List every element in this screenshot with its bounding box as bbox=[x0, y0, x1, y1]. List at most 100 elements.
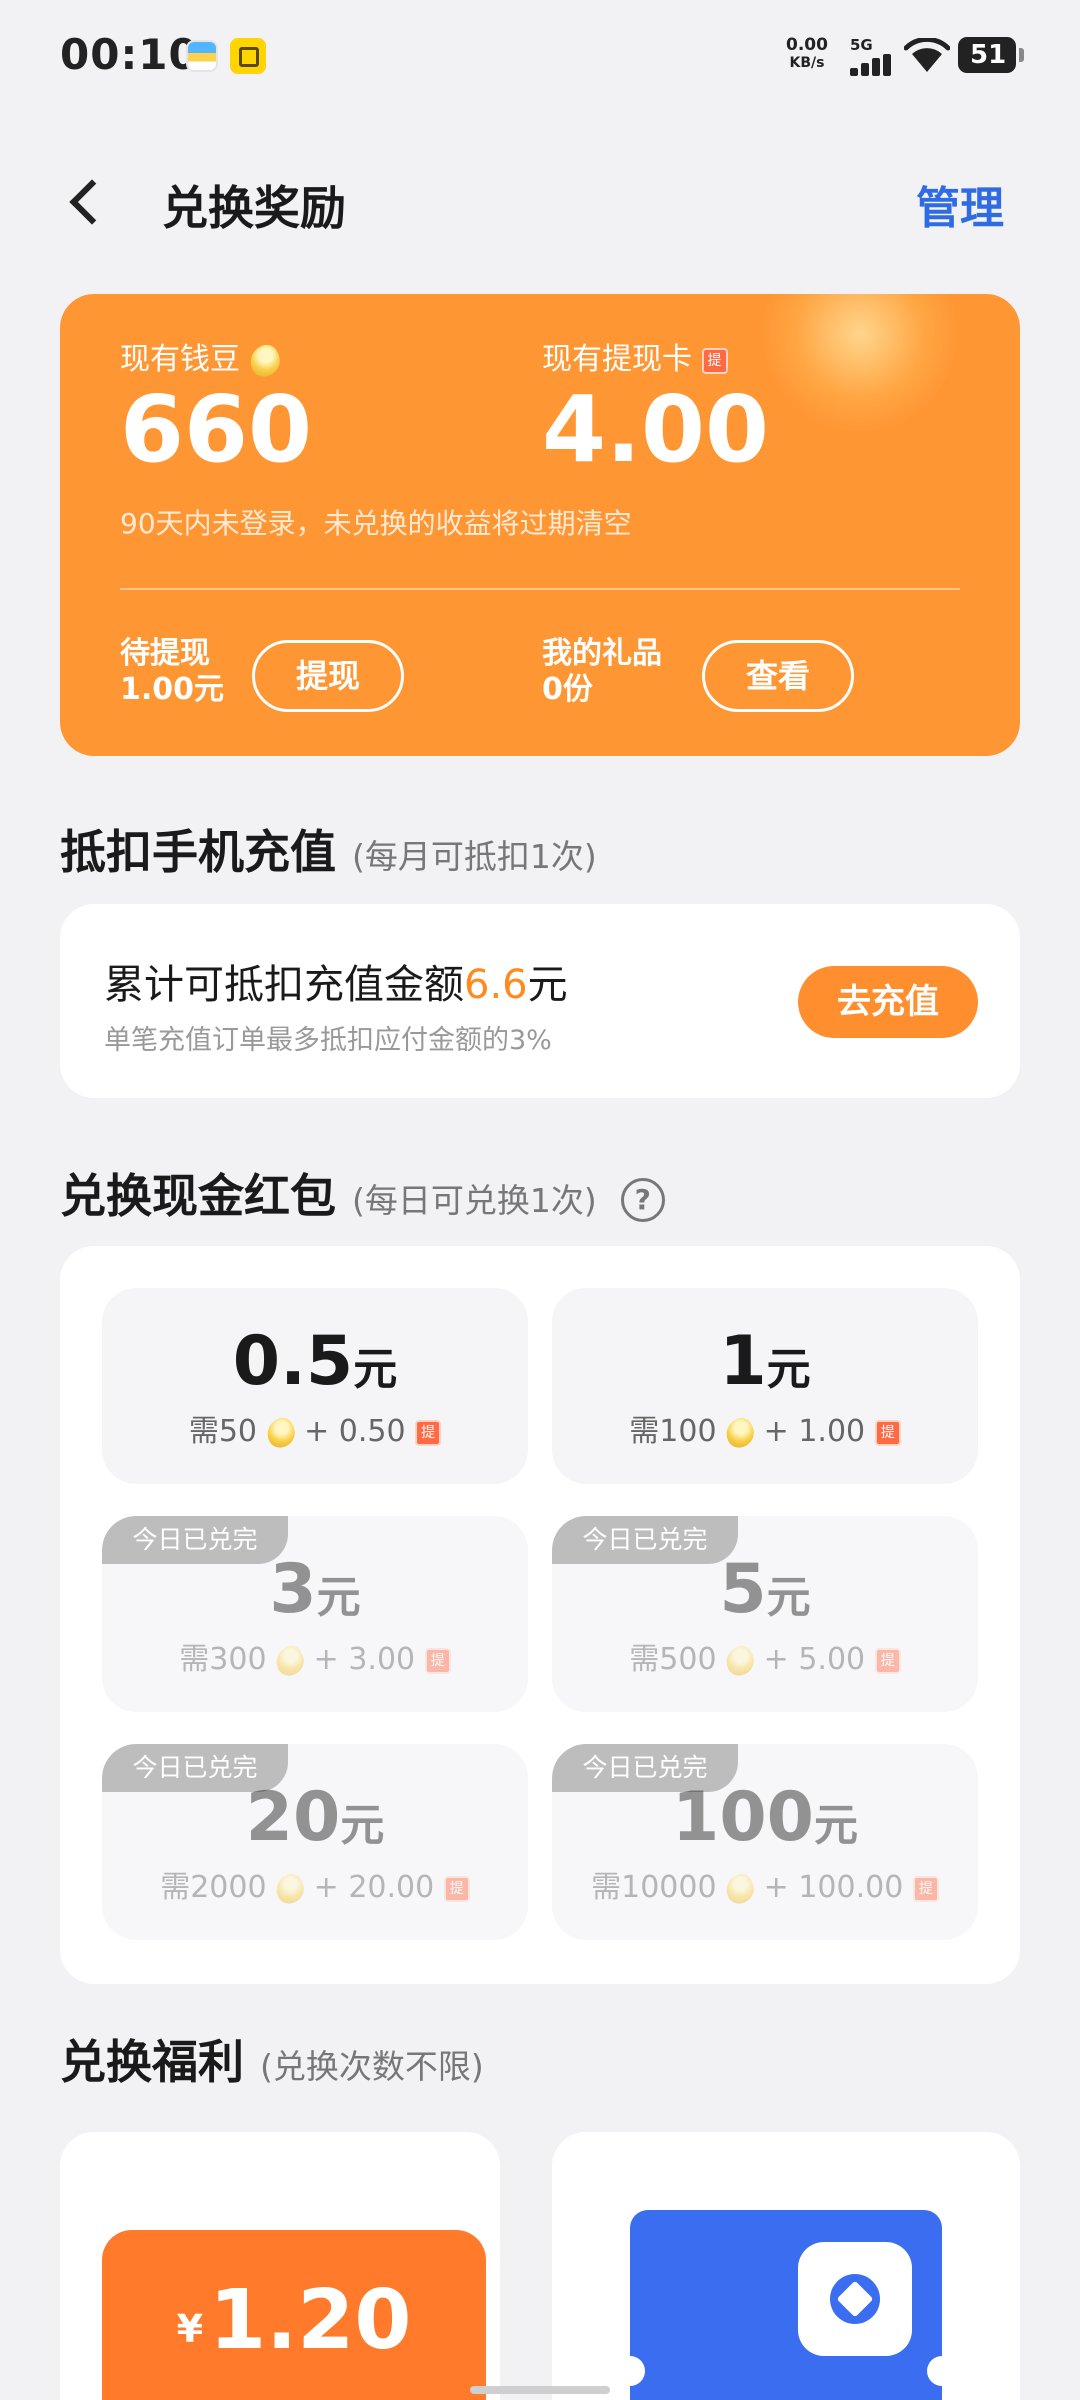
cash-amount-value: 100 bbox=[672, 1778, 814, 1857]
cash-amount: 3元 bbox=[102, 1556, 528, 1624]
requirement-cards: + 1.00 bbox=[763, 1414, 866, 1449]
cards-label-row: 现有提现卡 提 bbox=[542, 334, 728, 378]
recharge-summary-prefix: 累计可抵扣充值金额 bbox=[104, 962, 464, 1008]
coupon-graphic: ¥1.20 bbox=[102, 2230, 486, 2400]
ticket-notch-right bbox=[927, 2356, 957, 2386]
withdraw-card-icon: 提 bbox=[424, 1647, 451, 1674]
cash-subtitle: (每日可兑换1次) bbox=[352, 1181, 597, 1220]
requirement-beans: 需2000 bbox=[160, 1870, 267, 1905]
bean-icon bbox=[271, 1641, 309, 1680]
requirement-cards: + 0.50 bbox=[304, 1414, 406, 1449]
recharge-subtitle: (每月可抵扣1次) bbox=[352, 837, 597, 876]
pending-value: 1.00元 bbox=[120, 672, 225, 707]
cash-tile-100[interactable]: 今日已兑完 100元 需10000 + 100.00 提 bbox=[552, 1744, 978, 1940]
network-type: 5G bbox=[850, 36, 873, 54]
go-recharge-button[interactable]: 去充值 bbox=[798, 966, 978, 1038]
withdraw-button[interactable]: 提现 bbox=[252, 640, 404, 712]
cash-title: 兑换现金红包 bbox=[60, 1169, 336, 1223]
status-time: 00:10 bbox=[60, 30, 199, 79]
cash-amount-unit: 元 bbox=[813, 1800, 858, 1851]
withdraw-card-icon: 提 bbox=[874, 1647, 901, 1674]
cash-amount: 20元 bbox=[102, 1784, 528, 1852]
cash-amount-unit: 元 bbox=[340, 1800, 385, 1851]
recharge-amount: 6.6 bbox=[464, 962, 528, 1008]
wallet-app-icon bbox=[186, 40, 218, 72]
view-gifts-button[interactable]: 查看 bbox=[702, 640, 854, 712]
cash-requirement: 需300 + 3.00 提 bbox=[102, 1634, 528, 1680]
coupon-currency: ¥ bbox=[176, 2307, 204, 2351]
cash-amount-value: 20 bbox=[245, 1778, 341, 1857]
gifts-value: 0份 bbox=[542, 672, 593, 707]
withdraw-card-icon: 提 bbox=[415, 1419, 442, 1446]
signal-icon bbox=[850, 54, 894, 76]
cash-requirement: 需500 + 5.00 提 bbox=[552, 1634, 978, 1680]
pending-block: 待提现 1.00元 bbox=[120, 636, 224, 708]
back-button[interactable] bbox=[60, 172, 120, 232]
expiry-note: 90天内未登录，未兑换的收益将过期清空 bbox=[120, 507, 632, 540]
cash-amount: 5元 bbox=[552, 1556, 978, 1624]
welfare-section-title: 兑换福利 (兑换次数不限) bbox=[60, 2026, 484, 2092]
battery-icon: 51 bbox=[958, 37, 1024, 73]
gifts-label: 我的礼品 bbox=[542, 636, 662, 671]
coupon-price-value: 1.20 bbox=[209, 2273, 412, 2368]
bean-icon bbox=[244, 340, 285, 381]
welfare-item-blue[interactable] bbox=[552, 2132, 1020, 2400]
sparkle-logo-icon bbox=[798, 2242, 912, 2356]
help-icon[interactable]: ? bbox=[620, 1177, 665, 1222]
pending-label: 待提现 bbox=[120, 636, 210, 671]
requirement-cards: + 5.00 bbox=[763, 1642, 866, 1677]
divider bbox=[120, 588, 960, 590]
cash-amount-unit: 元 bbox=[766, 1572, 811, 1623]
requirement-beans: 需500 bbox=[629, 1642, 717, 1677]
manage-button[interactable]: 管理 bbox=[916, 172, 1004, 236]
cash-amount: 0.5元 bbox=[102, 1328, 528, 1396]
cash-tile-3[interactable]: 今日已兑完 3元 需300 + 3.00 提 bbox=[102, 1516, 528, 1712]
requirement-beans: 需300 bbox=[179, 1642, 267, 1677]
wifi-icon bbox=[904, 38, 950, 72]
welfare-subtitle: (兑换次数不限) bbox=[260, 2047, 484, 2086]
cash-tile-0.5[interactable]: 0.5元需50 + 0.50 提 bbox=[102, 1288, 528, 1484]
cash-amount: 1元 bbox=[552, 1328, 978, 1396]
cash-card: 0.5元 需50 + 0.50 提 1元 需100 + 1.00 提今日已兑完 3元 需3… bbox=[60, 1246, 1020, 1984]
cash-amount-unit: 元 bbox=[353, 1344, 398, 1395]
cash-section-title: 兑换现金红包 (每日可兑换1次) ? bbox=[60, 1160, 665, 1226]
recharge-section-title: 抵扣手机充值 (每月可抵扣1次) bbox=[60, 816, 597, 882]
gifts-block: 我的礼品 0份 bbox=[542, 636, 662, 708]
withdraw-card-icon: 提 bbox=[912, 1875, 939, 1902]
cash-amount-value: 3 bbox=[269, 1550, 317, 1629]
beans-label: 现有钱豆 bbox=[120, 342, 240, 377]
cash-tile-5[interactable]: 今日已兑完 5元 需500 + 5.00 提 bbox=[552, 1516, 978, 1712]
cash-tile-1[interactable]: 1元 需100 + 1.00 提 bbox=[552, 1288, 978, 1484]
cash-tile-20[interactable]: 今日已兑完 20元 需2000 + 20.00 提 bbox=[102, 1744, 528, 1940]
cash-amount-unit: 元 bbox=[316, 1572, 361, 1623]
bean-icon bbox=[271, 1869, 309, 1908]
cash-amount-value: 0.5 bbox=[232, 1322, 354, 1401]
blue-ticket-graphic bbox=[615, 2210, 957, 2400]
cash-amount-value: 5 bbox=[719, 1550, 767, 1629]
page-title: 兑换奖励 bbox=[162, 181, 346, 235]
bean-icon bbox=[721, 1413, 759, 1452]
welfare-title: 兑换福利 bbox=[60, 2035, 244, 2089]
cash-amount: 100元 bbox=[552, 1784, 978, 1852]
recharge-summary: 累计可抵扣充值金额6.6元 bbox=[104, 952, 568, 1010]
withdraw-card-icon: 提 bbox=[443, 1875, 470, 1902]
clipboard-app-icon bbox=[230, 38, 266, 74]
cards-label: 现有提现卡 bbox=[542, 342, 692, 377]
cash-amount-value: 1 bbox=[719, 1322, 767, 1401]
requirement-beans: 需50 bbox=[188, 1414, 258, 1449]
ticket-notch-left bbox=[615, 2356, 645, 2386]
status-bar: 00:10 0.00 KB/s 5G 51 bbox=[0, 0, 1080, 110]
cash-amount-unit: 元 bbox=[766, 1344, 811, 1395]
bean-icon bbox=[721, 1641, 759, 1680]
recharge-card: 累计可抵扣充值金额6.6元 单笔充值订单最多抵扣应付金额的3% 去充值 bbox=[60, 904, 1020, 1098]
requirement-cards: + 3.00 bbox=[313, 1642, 416, 1677]
bean-icon bbox=[721, 1869, 759, 1908]
cards-value: 4.00 bbox=[542, 376, 769, 483]
network-speed-unit: KB/s bbox=[789, 55, 825, 71]
withdraw-card-icon: 提 bbox=[874, 1419, 901, 1446]
bean-icon bbox=[261, 1413, 300, 1452]
home-indicator[interactable] bbox=[470, 2386, 610, 2394]
requirement-cards: + 100.00 bbox=[763, 1870, 904, 1905]
welfare-item-coupon[interactable]: ¥1.20 bbox=[60, 2132, 500, 2400]
recharge-title: 抵扣手机充值 bbox=[60, 825, 336, 879]
